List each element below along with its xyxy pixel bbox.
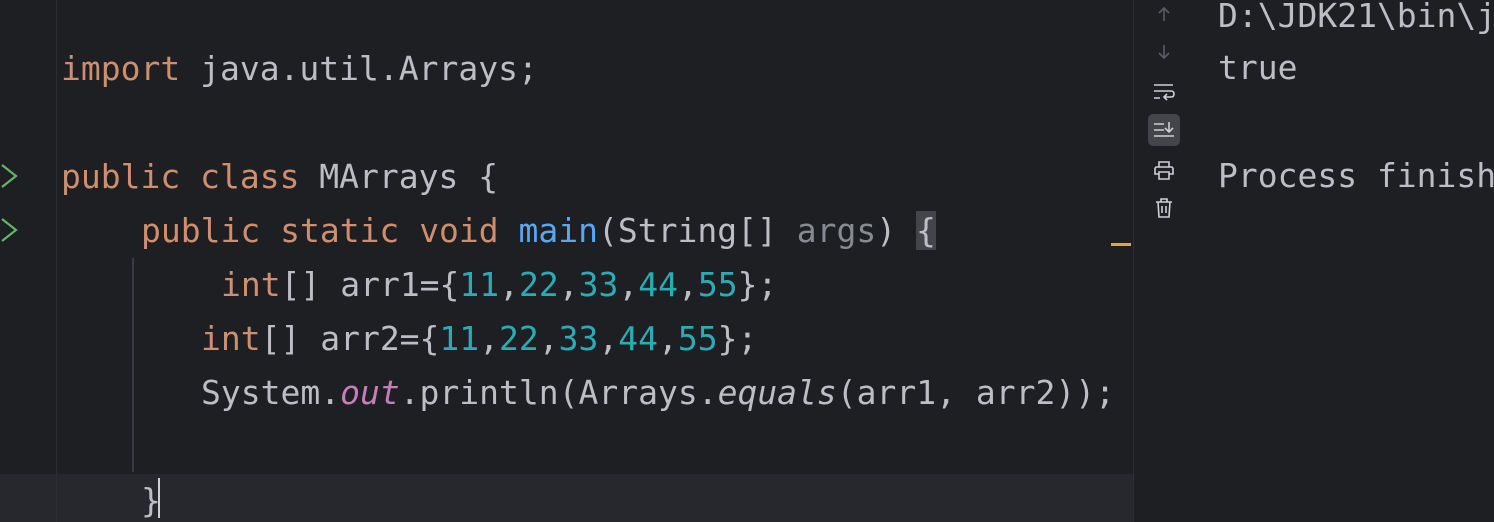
param-name: args bbox=[796, 211, 877, 250]
matched-brace-highlight: { bbox=[915, 211, 936, 250]
text-caret bbox=[158, 478, 160, 518]
soft-wrap-button[interactable] bbox=[1148, 76, 1180, 108]
code-line-arr1[interactable]: int[] arr1={11,22,33,44,55}; bbox=[221, 265, 777, 305]
param-type: (String[] bbox=[598, 211, 797, 250]
console-command-line: D:\JDK21\bin\j bbox=[1218, 0, 1494, 35]
number-literal: 55 bbox=[697, 265, 738, 304]
number-literal: 11 bbox=[459, 265, 500, 304]
console-output[interactable]: D:\JDK21\bin\j true Process finish bbox=[1192, 0, 1494, 522]
static-field: out bbox=[340, 373, 400, 412]
call-arguments: (arr1, arr2)); bbox=[836, 373, 1115, 412]
open-brace: { bbox=[478, 157, 499, 196]
array-declaration: [] arr1={ bbox=[280, 265, 460, 304]
code-line-arr2[interactable]: int[] arr2={11,22,33,44,55}; bbox=[201, 319, 757, 359]
scroll-to-end-button[interactable] bbox=[1148, 114, 1180, 146]
scroll-to-end-icon bbox=[1154, 122, 1174, 137]
keyword: int bbox=[221, 265, 281, 304]
static-method: equals bbox=[717, 373, 837, 412]
code-editor[interactable]: import java.util.Arrays; public class MA… bbox=[0, 0, 1133, 522]
keyword: static bbox=[280, 211, 400, 250]
run-main-icon[interactable] bbox=[0, 215, 20, 245]
console-process-finished: Process finish bbox=[1218, 156, 1494, 195]
arrow-up-icon bbox=[1158, 6, 1170, 21]
array-close: }; bbox=[717, 319, 758, 358]
current-line-highlight bbox=[0, 474, 1133, 522]
print-icon bbox=[1154, 161, 1174, 180]
soft-wrap-icon bbox=[1154, 84, 1175, 101]
keyword: public bbox=[61, 157, 181, 196]
number-literal: 44 bbox=[618, 319, 659, 358]
clear-all-button[interactable] bbox=[1148, 192, 1180, 224]
number-literal: 11 bbox=[439, 319, 480, 358]
array-close: }; bbox=[737, 265, 778, 304]
console-toolbar bbox=[1133, 0, 1192, 522]
array-declaration: [] arr2={ bbox=[260, 319, 440, 358]
trash-icon bbox=[1156, 198, 1172, 218]
print-button[interactable] bbox=[1148, 154, 1180, 186]
number-literal: 44 bbox=[638, 265, 679, 304]
class-name: MArrays bbox=[299, 157, 479, 196]
import-path: java.util.Arrays; bbox=[180, 49, 538, 88]
scroll-up-button[interactable] bbox=[1148, 0, 1180, 30]
keyword: import bbox=[61, 49, 181, 88]
number-literal: 33 bbox=[578, 265, 619, 304]
code-line-main-declaration[interactable]: public static void main(String[] args) { bbox=[141, 211, 936, 251]
keyword: public bbox=[141, 211, 261, 250]
number-literal: 33 bbox=[558, 319, 599, 358]
keyword: int bbox=[201, 319, 261, 358]
number-literal: 22 bbox=[519, 265, 559, 304]
scroll-down-button[interactable] bbox=[1148, 36, 1180, 68]
system-class: System. bbox=[201, 373, 341, 412]
code-line-import[interactable]: import java.util.Arrays; bbox=[61, 49, 538, 89]
keyword: void bbox=[419, 211, 499, 250]
code-line-class-declaration[interactable]: public class MArrays { bbox=[61, 157, 498, 197]
method-name: main bbox=[518, 211, 599, 250]
keyword: class bbox=[200, 157, 300, 196]
arrow-down-icon bbox=[1158, 45, 1170, 60]
method-call: .println(Arrays. bbox=[399, 373, 718, 412]
code-line-println[interactable]: System.out.println(Arrays.equals(arr1, a… bbox=[201, 373, 1115, 413]
number-literal: 22 bbox=[499, 319, 539, 358]
warning-marker[interactable] bbox=[1111, 243, 1131, 246]
indent-guide bbox=[132, 258, 134, 472]
console-output-true: true bbox=[1218, 48, 1298, 87]
number-literal: 55 bbox=[677, 319, 718, 358]
gutter-divider bbox=[56, 0, 57, 522]
run-class-icon[interactable] bbox=[0, 161, 20, 191]
close-paren: ) bbox=[876, 211, 916, 250]
